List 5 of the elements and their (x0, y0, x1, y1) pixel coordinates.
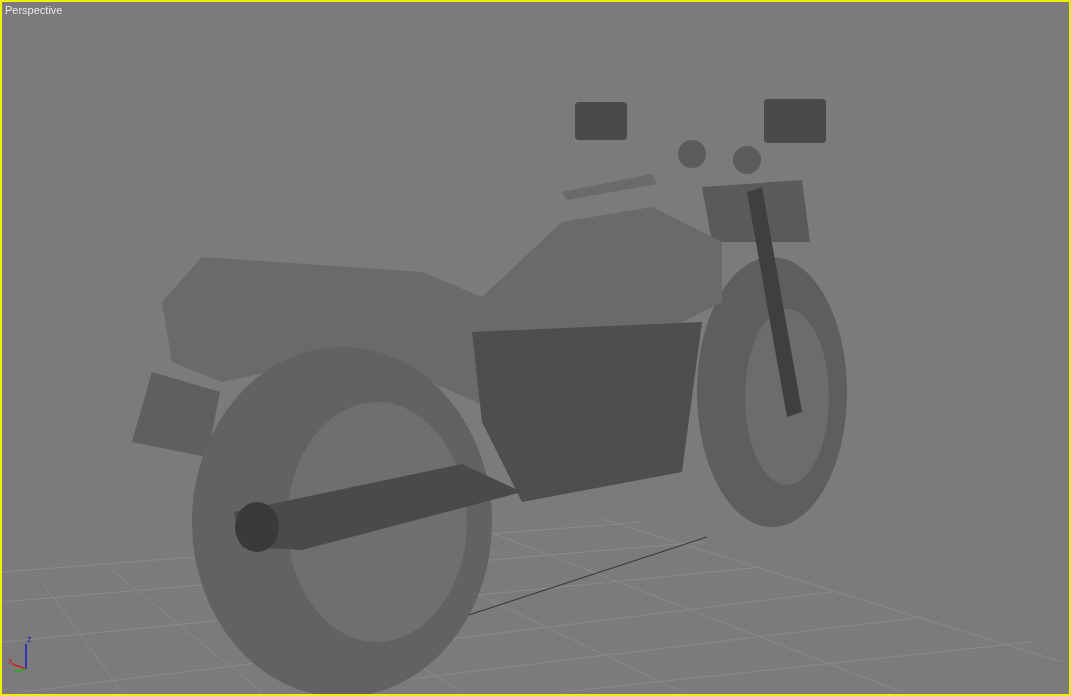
axis-gizmo-icon (11, 643, 27, 673)
axis-label: z (27, 634, 32, 644)
viewport[interactable]: Perspective z x (0, 0, 1071, 696)
viewport-label: Perspective (5, 5, 63, 16)
axis-label: x (8, 656, 13, 666)
